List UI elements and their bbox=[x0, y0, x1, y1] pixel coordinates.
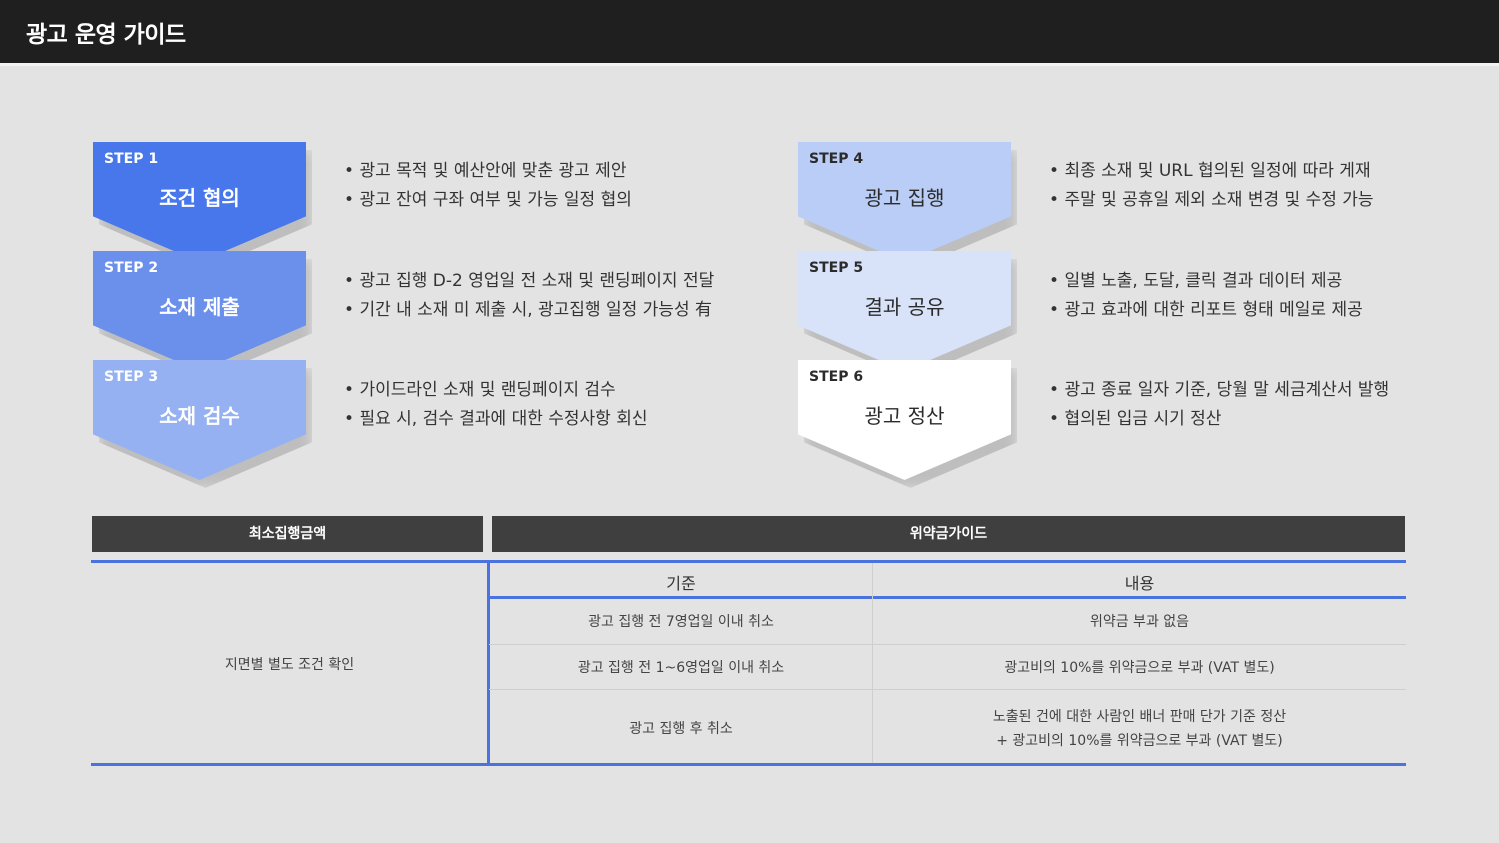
page-title: 광고 운영 가이드 bbox=[26, 22, 186, 48]
step-1-chevron: STEP 1 조건 협의 bbox=[93, 142, 306, 262]
table-top-rule bbox=[91, 560, 1406, 563]
step-2-description: 광고 집행 D-2 영업일 전 소재 및 랜딩페이지 전달 기간 내 소재 미 … bbox=[344, 267, 714, 325]
step-name: 소재 검수 bbox=[159, 404, 240, 428]
description-line: 광고 효과에 대한 리포트 형태 메일로 제공 bbox=[1049, 296, 1362, 325]
step-number: STEP 2 bbox=[104, 260, 159, 276]
description-line: 주말 및 공휴일 제외 소재 변경 및 수정 가능 bbox=[1049, 186, 1373, 215]
step-name: 광고 집행 bbox=[864, 186, 945, 210]
description-line: 광고 종료 일자 기준, 당월 말 세금계산서 발행 bbox=[1049, 376, 1389, 405]
row-criteria: 광고 집행 전 1~6영업일 이내 취소 bbox=[577, 660, 785, 676]
step-number: STEP 6 bbox=[809, 369, 864, 385]
description-line: 필요 시, 검수 결과에 대한 수정사항 회신 bbox=[344, 405, 647, 434]
row-content: 노출된 건에 대한 사람인 배너 판매 단가 기준 정산 bbox=[992, 709, 1287, 725]
description-line: 광고 집행 D-2 영업일 전 소재 및 랜딩페이지 전달 bbox=[344, 267, 714, 296]
step-3-chevron: STEP 3 소재 검수 bbox=[93, 360, 306, 480]
step-number: STEP 4 bbox=[809, 151, 864, 167]
step-2-chevron: STEP 2 소재 제출 bbox=[93, 251, 306, 371]
penalty-guide-header: 위약금가이드 bbox=[492, 516, 1405, 552]
row-divider bbox=[489, 689, 1406, 690]
row-criteria: 광고 집행 후 취소 bbox=[629, 721, 733, 737]
description-line: 최종 소재 및 URL 협의된 일정에 따라 게재 bbox=[1049, 157, 1374, 186]
row-content: 광고비의 10%를 위약금으로 부과 (VAT 별도) bbox=[1004, 660, 1275, 676]
table-bottom-rule bbox=[91, 763, 1406, 766]
min-spend-value: 지면별 별도 조건 확인 bbox=[224, 657, 355, 673]
step-number: STEP 3 bbox=[104, 369, 159, 385]
step-6-chevron: STEP 6 광고 정산 bbox=[798, 360, 1011, 480]
column-content: 내용 bbox=[1124, 574, 1155, 593]
step-name: 소재 제출 bbox=[159, 295, 240, 319]
row-content: 위약금 부과 없음 bbox=[1089, 614, 1190, 630]
step-name: 광고 정산 bbox=[864, 404, 945, 428]
step-4-description: 최종 소재 및 URL 협의된 일정에 따라 게재 주말 및 공휴일 제외 소재… bbox=[1049, 157, 1374, 215]
min-spend-header: 최소집행금액 bbox=[92, 516, 483, 552]
step-1-description: 광고 목적 및 예산안에 맞춘 광고 제안 광고 잔여 구좌 여부 및 가능 일… bbox=[344, 157, 632, 215]
row-divider bbox=[489, 644, 1406, 645]
description-line: 협의된 입금 시기 정산 bbox=[1049, 405, 1389, 434]
description-line: 기간 내 소재 미 제출 시, 광고집행 일정 가능성 有 bbox=[344, 296, 714, 325]
description-line: 광고 목적 및 예산안에 맞춘 광고 제안 bbox=[344, 157, 632, 186]
step-name: 결과 공유 bbox=[864, 295, 945, 319]
step-5-description: 일별 노출, 도달, 클릭 결과 데이터 제공 광고 효과에 대한 리포트 형태… bbox=[1049, 267, 1363, 325]
table-header-rule bbox=[489, 596, 1406, 599]
column-criteria: 기준 bbox=[666, 574, 696, 593]
description-line: 가이드라인 소재 및 랜딩페이지 검수 bbox=[344, 376, 648, 405]
row-content-continued: + 광고비의 10%를 위약금으로 부과 (VAT 별도) bbox=[996, 733, 1283, 749]
row-criteria: 광고 집행 전 7영업일 이내 취소 bbox=[588, 614, 774, 630]
step-3-description: 가이드라인 소재 및 랜딩페이지 검수 필요 시, 검수 결과에 대한 수정사항… bbox=[344, 376, 648, 434]
step-number: STEP 1 bbox=[104, 151, 159, 167]
description-line: 광고 잔여 구좌 여부 및 가능 일정 협의 bbox=[344, 186, 631, 215]
step-6-description: 광고 종료 일자 기준, 당월 말 세금계산서 발행 협의된 입금 시기 정산 bbox=[1049, 376, 1389, 434]
step-name: 조건 협의 bbox=[159, 186, 240, 210]
step-number: STEP 5 bbox=[809, 260, 864, 276]
description-line: 일별 노출, 도달, 클릭 결과 데이터 제공 bbox=[1049, 267, 1363, 296]
step-4-chevron: STEP 4 광고 집행 bbox=[798, 142, 1011, 262]
step-5-chevron: STEP 5 결과 공유 bbox=[798, 251, 1011, 371]
top-bar: 광고 운영 가이드 bbox=[0, 0, 1499, 66]
